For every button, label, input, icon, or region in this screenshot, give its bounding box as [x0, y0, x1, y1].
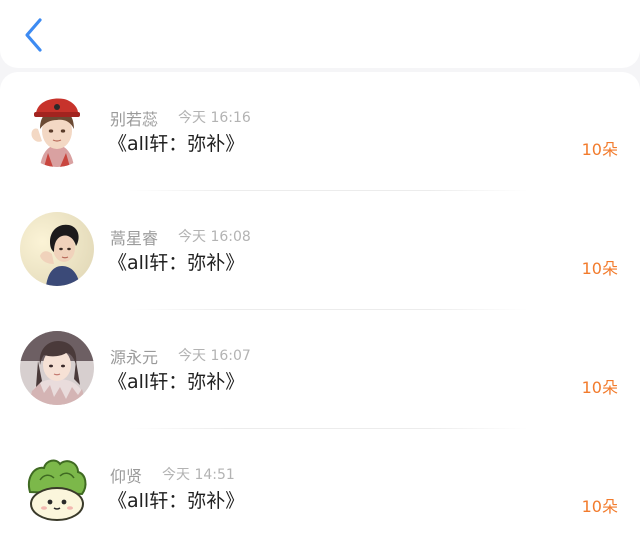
send-time: 今天 16:07 — [178, 348, 251, 364]
avatar-girl-bangs-icon — [20, 331, 94, 405]
avatar[interactable] — [20, 93, 94, 167]
send-time: 今天 14:51 — [162, 467, 235, 483]
avatar[interactable] — [20, 450, 94, 524]
gift-amount: 10朵 — [581, 497, 618, 516]
sender-name: 源永元 — [110, 348, 159, 367]
chevron-left-icon — [25, 18, 42, 52]
list-item[interactable]: 蒿星睿 今天 16:08 《all轩：弥补》 10朵 — [0, 191, 640, 310]
avatar[interactable] — [20, 331, 94, 405]
avatar-boy-red-hat-icon — [20, 93, 94, 167]
list-item[interactable]: 源永元 今天 16:07 《all轩：弥补》 10朵 — [0, 310, 640, 429]
book-title: 《all轩：弥补》 — [108, 133, 245, 155]
gift-record-list: 别若蕊 今天 16:16 《all轩：弥补》 10朵 蒿星睿 今天 16:08 … — [0, 72, 640, 546]
avatar-cabbage-cartoon-icon — [20, 450, 94, 524]
book-title: 《all轩：弥补》 — [108, 371, 245, 393]
book-title: 《all轩：弥补》 — [108, 490, 245, 512]
gift-amount: 10朵 — [581, 259, 618, 278]
avatar[interactable] — [20, 212, 94, 286]
book-title: 《all轩：弥补》 — [108, 252, 245, 274]
sender-name: 别若蕊 — [110, 110, 159, 129]
avatar-woman-short-hair-icon — [20, 212, 94, 286]
list-item[interactable]: 别若蕊 今天 16:16 《all轩：弥补》 10朵 — [0, 72, 640, 191]
send-time: 今天 16:16 — [178, 110, 251, 126]
gift-amount: 10朵 — [581, 140, 618, 159]
send-time: 今天 16:08 — [178, 229, 251, 245]
list-item[interactable]: 仰贤 今天 14:51 《all轩：弥补》 10朵 — [0, 429, 640, 546]
sender-name: 仰贤 — [110, 467, 143, 486]
gift-amount: 10朵 — [581, 378, 618, 397]
sender-name: 蒿星睿 — [110, 229, 159, 248]
top-bar — [0, 0, 640, 68]
back-button[interactable] — [20, 16, 50, 54]
